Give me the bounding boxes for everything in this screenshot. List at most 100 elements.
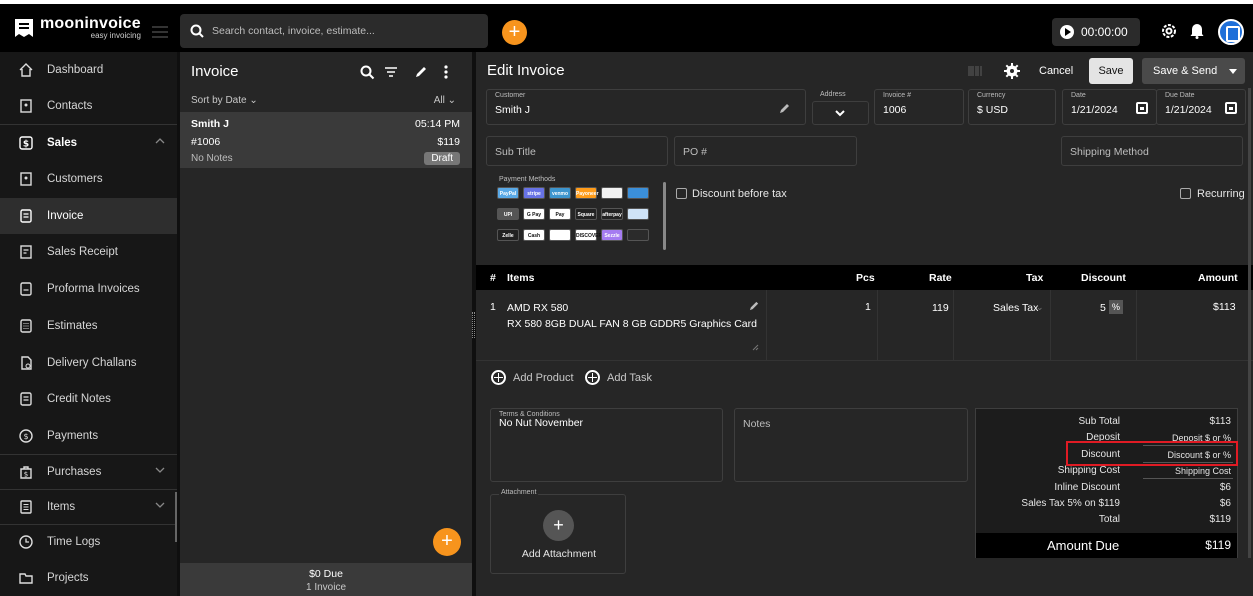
- chevron-up-icon[interactable]: [155, 137, 165, 145]
- save-and-send-button[interactable]: Save & Send: [1142, 58, 1245, 84]
- shipping-cost-input[interactable]: Shipping Cost: [1175, 466, 1231, 476]
- payment-method-badge[interactable]: Pay: [549, 208, 571, 220]
- play-icon[interactable]: [1060, 25, 1074, 39]
- gear-icon[interactable]: [1004, 63, 1020, 79]
- app-logo[interactable]: mooninvoice easy invoicing: [14, 16, 141, 40]
- item-tax[interactable]: Sales Tax: [993, 302, 1038, 314]
- payment-method-badge[interactable]: Payoneer: [575, 187, 599, 199]
- add-task-button[interactable]: Add Task: [585, 370, 652, 385]
- list-title: Invoice: [191, 63, 239, 80]
- sidebar-item-customers[interactable]: Customers: [0, 161, 177, 197]
- payment-method-badge[interactable]: venmo: [549, 187, 571, 199]
- sidebar-item-credit-notes[interactable]: Credit Notes: [0, 381, 177, 417]
- sidebar-item-dashboard[interactable]: Dashboard: [0, 52, 177, 88]
- search-icon[interactable]: [360, 65, 375, 80]
- sidebar-item-projects[interactable]: Projects: [0, 560, 177, 596]
- recurring-checkbox[interactable]: [1180, 188, 1191, 199]
- chevron-down-icon: ⌄: [249, 95, 258, 106]
- payment-method-badge[interactable]: G Pay: [523, 208, 545, 220]
- sidebar-item-invoice[interactable]: Invoice: [0, 198, 177, 234]
- resize-grip-icon[interactable]: [752, 344, 759, 351]
- payment-method-badge[interactable]: Sezzle: [601, 229, 623, 241]
- notification-bell-icon[interactable]: [1190, 22, 1204, 39]
- payment-method-badge[interactable]: PayPal: [497, 187, 519, 199]
- invoice-number-field[interactable]: Invoice # 1006: [874, 89, 964, 125]
- home-icon: [19, 63, 33, 77]
- timer-widget[interactable]: 00:00:00: [1052, 18, 1140, 46]
- avatar[interactable]: [1218, 19, 1244, 45]
- sidebar-item-label: Items: [47, 501, 76, 513]
- po-number-input[interactable]: PO #: [674, 136, 857, 166]
- filter-dropdown[interactable]: All ⌄: [434, 95, 456, 106]
- payment-method-badge[interactable]: [601, 187, 623, 199]
- chevron-down-icon[interactable]: [155, 466, 165, 474]
- payment-method-badge[interactable]: [549, 229, 571, 241]
- sidebar-item-sales[interactable]: $ Sales: [0, 125, 177, 161]
- item-discount[interactable]: 5: [1100, 302, 1106, 314]
- payment-method-badge[interactable]: Zelle: [497, 229, 519, 241]
- date-field[interactable]: Date 1/21/2024: [1062, 89, 1157, 125]
- payment-method-badge[interactable]: DISCOVER: [575, 229, 602, 241]
- resize-handle[interactable]: [472, 312, 475, 338]
- payment-method-badge[interactable]: UPI: [497, 208, 519, 220]
- sidebar-item-items[interactable]: Items: [0, 489, 177, 525]
- list-item[interactable]: Smith J 05:14 PM #1006 $119 No Notes Dra…: [180, 112, 472, 168]
- address-field[interactable]: Address: [812, 89, 869, 125]
- address-dropdown[interactable]: [812, 101, 869, 125]
- sidebar-item-purchases[interactable]: $ Purchases: [0, 454, 177, 490]
- payment-method-badge[interactable]: afterpay: [601, 208, 623, 220]
- currency-field[interactable]: Currency $ USD: [968, 89, 1056, 125]
- sidebar-item-payments[interactable]: $ Payments: [0, 418, 177, 454]
- shipping-method-input[interactable]: Shipping Method: [1061, 136, 1243, 166]
- payment-method-badge[interactable]: [627, 229, 649, 241]
- quick-add-button[interactable]: +: [502, 20, 527, 45]
- payment-method-badge[interactable]: Square: [575, 208, 597, 220]
- settings-gear-icon[interactable]: [1160, 22, 1178, 40]
- save-button[interactable]: Save: [1089, 58, 1133, 84]
- sort-dropdown[interactable]: Sort by Date ⌄: [191, 95, 258, 106]
- item-rate[interactable]: 119: [932, 302, 949, 314]
- chevron-down-icon[interactable]: [155, 501, 165, 509]
- editor-scrollbar[interactable]: [1248, 88, 1251, 558]
- chevron-down-icon[interactable]: ⌄: [1036, 302, 1044, 313]
- due-date-field[interactable]: Due Date 1/21/2024: [1156, 89, 1246, 125]
- payment-method-badge[interactable]: [627, 208, 649, 220]
- add-product-button[interactable]: Add Product: [491, 370, 574, 385]
- menu-icon[interactable]: [152, 26, 168, 41]
- payment-method-badge[interactable]: Cash: [523, 229, 545, 241]
- calendar-icon[interactable]: [1225, 102, 1237, 114]
- sidebar-item-delivery-challans[interactable]: Delivery Challans: [0, 345, 177, 381]
- customer-field[interactable]: Customer Smith J: [486, 89, 806, 125]
- add-attachment-icon[interactable]: +: [543, 510, 574, 541]
- subtitle-input[interactable]: Sub Title: [486, 136, 668, 166]
- edit-pencil-icon[interactable]: [779, 102, 791, 114]
- amount-due-bar: Amount Due $119: [976, 533, 1237, 558]
- sidebar-item-sales-receipt[interactable]: Sales Receipt: [0, 234, 177, 270]
- save-and-send-label: Save & Send: [1153, 65, 1218, 77]
- payment-method-badge[interactable]: stripe: [523, 187, 545, 199]
- add-attachment-label[interactable]: Add Attachment: [491, 548, 627, 560]
- sidebar-item-proforma-invoices[interactable]: Proforma Invoices: [0, 271, 177, 307]
- barcode-icon[interactable]: [968, 65, 982, 77]
- cancel-button[interactable]: Cancel: [1032, 59, 1080, 83]
- item-pcs[interactable]: 1: [865, 301, 871, 313]
- sidebar-item-contacts[interactable]: Contacts: [0, 88, 177, 124]
- calendar-icon[interactable]: [1136, 102, 1148, 114]
- edit-pencil-icon[interactable]: [749, 300, 760, 311]
- terms-textarea[interactable]: Terms & Conditions No Nut November: [490, 408, 723, 482]
- more-vertical-icon[interactable]: [444, 65, 448, 79]
- payment-methods-scrollbar[interactable]: [663, 182, 666, 250]
- dropdown-arrow-icon[interactable]: [1229, 69, 1237, 74]
- notes-textarea[interactable]: Notes: [734, 408, 968, 482]
- payment-method-badge[interactable]: [627, 187, 649, 199]
- discount-unit-toggle[interactable]: %: [1109, 300, 1123, 314]
- sidebar-item-label: Projects: [47, 572, 89, 584]
- sidebar-item-estimates[interactable]: Estimates: [0, 308, 177, 344]
- sidebar-item-time-logs[interactable]: Time Logs: [0, 524, 177, 560]
- add-invoice-button[interactable]: +: [433, 528, 461, 556]
- search-input[interactable]: Search contact, invoice, estimate...: [180, 14, 488, 48]
- edit-pencil-icon[interactable]: [414, 65, 428, 79]
- filter-icon[interactable]: [384, 65, 398, 79]
- sidebar-scrollbar[interactable]: [175, 492, 177, 542]
- discount-before-tax-checkbox[interactable]: [676, 188, 687, 199]
